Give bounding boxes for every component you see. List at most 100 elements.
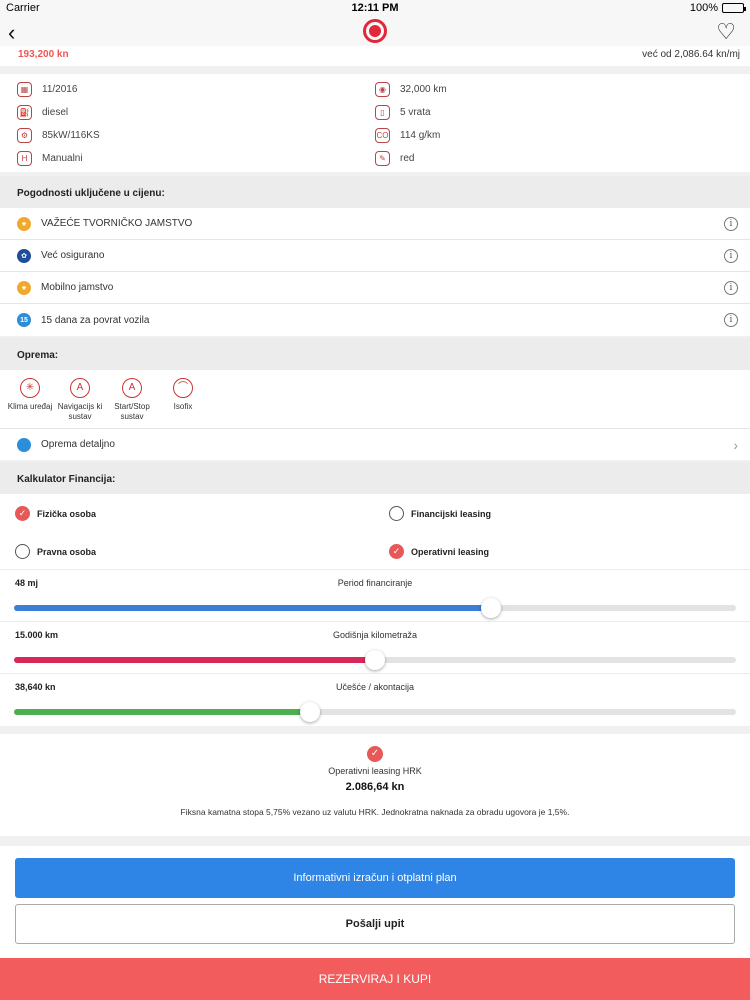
spec-value: 11/2016 [42, 83, 78, 95]
battery-icon [722, 3, 746, 13]
spec-value: 32,000 km [400, 83, 447, 95]
spec-value: red [400, 152, 415, 164]
slider-fill [14, 657, 375, 663]
nav-bar: ‹ ♡ [0, 16, 750, 46]
radio-financial-leasing[interactable]: Financijski leasing [389, 506, 491, 521]
leasing-result: ✓ Operativni leasing HRK 2.086,64 kn Fik… [0, 734, 750, 836]
radio-private-person[interactable]: ✓ Fizička osoba [15, 506, 96, 521]
radio-unchecked-icon [15, 544, 30, 559]
result-title: Operativni leasing HRK [328, 766, 422, 776]
equipment-detail-link[interactable]: Oprema detaljno › [0, 428, 750, 460]
slider-thumb[interactable] [480, 598, 501, 618]
info-icon[interactable]: i [724, 313, 738, 327]
equipment-label: Klima uređaj [7, 402, 53, 411]
gearbox-icon: H [17, 150, 32, 166]
benefit-factory-warranty[interactable]: ★ VAŽEĆE TVORNIČKO JAMSTVO i [0, 208, 750, 240]
slider-period: 48 mj Period financiranje [0, 569, 750, 621]
finance-calculator: ✓ Fizička osoba Financijski leasing Prav… [0, 494, 750, 726]
equipment-ac: ✳ Klima uređaj [5, 378, 55, 412]
chevron-right-icon: › [733, 437, 738, 453]
vehicle-price: 193,200 kn [18, 49, 69, 60]
radio-operative-leasing[interactable]: ✓ Operativni leasing [389, 544, 489, 559]
radio-checked-icon: ✓ [389, 544, 404, 559]
battery-status: 100% [689, 2, 746, 14]
slider-label: Učešće / akontacija [335, 682, 415, 692]
spec-gearbox: H Manualni [17, 147, 83, 169]
slider-downpayment: 38,640 kn Učešće / akontacija [0, 673, 750, 725]
spec-fuel: ⛽ diesel [17, 101, 68, 123]
status-bar: Carrier 12:11 PM 100% [0, 0, 750, 16]
info-icon[interactable]: i [724, 281, 738, 295]
vehicle-specs: ▦ 11/2016 ◉ 32,000 km ⛽ diesel ▯ 5 vrata… [0, 74, 750, 172]
slider-track[interactable] [14, 650, 736, 670]
door-icon: ▯ [375, 104, 390, 120]
slider-track[interactable] [14, 702, 736, 722]
slider-label: Period financiranje [337, 578, 413, 588]
equipment-label: Isofix [173, 402, 193, 411]
benefit-return[interactable]: 15 15 dana za povrat vozila i [0, 304, 750, 336]
spec-value: 5 vrata [400, 106, 431, 118]
engine-icon: ⚙ [17, 127, 32, 143]
benefit-label: 15 dana za povrat vozila [41, 314, 150, 326]
radio-checked-icon: ✓ [15, 506, 30, 521]
result-note: Fiksna kamatna stopa 5,75% vezano uz val… [180, 807, 570, 817]
back-chevron-icon[interactable]: ‹ [8, 20, 15, 46]
calendar-icon: ▦ [17, 81, 32, 97]
paint-icon: ✎ [375, 150, 390, 166]
info-icon[interactable]: i [724, 217, 738, 231]
slider-label: Godišnja kilometraža [332, 630, 418, 640]
fuel-icon: ⛽ [17, 104, 32, 120]
send-inquiry-button[interactable]: Pošalji upit [15, 904, 735, 944]
equipment-detail-icon [17, 437, 31, 452]
benefits-list: ★ VAŽEĆE TVORNIČKO JAMSTVO i ✿ Već osigu… [0, 208, 750, 336]
price-row: 193,200 kn već od 2,086.64 kn/mj [0, 46, 750, 66]
equipment-label: Start/Stop sustav [114, 402, 150, 421]
odometer-icon: ◉ [375, 81, 390, 97]
benefit-insured[interactable]: ✿ Već osigurano i [0, 240, 750, 272]
slider-fill [14, 709, 311, 715]
co2-icon: CO [375, 127, 390, 143]
favorite-heart-icon[interactable]: ♡ [716, 19, 736, 45]
warranty-badge-icon: ★ [17, 216, 31, 231]
spec-registration: ▦ 11/2016 [17, 78, 77, 100]
equipment-start-stop: A Start/Stop sustav [107, 378, 157, 421]
benefit-mobile-warranty[interactable]: ★ Mobilno jamstvo i [0, 272, 750, 304]
spec-value: 114 g/km [400, 129, 441, 141]
spec-value: Manualni [42, 152, 83, 164]
radio-label: Financijski leasing [411, 508, 492, 519]
payment-plan-button[interactable]: Informativni izračun i otplatni plan [15, 858, 735, 898]
benefit-label: Mobilno jamstvo [41, 282, 114, 293]
reserve-buy-button[interactable]: REZERVIRAJ I KUPI [0, 958, 750, 1000]
equipment-header: Oprema: [0, 338, 750, 370]
clock: 12:11 PM [351, 2, 399, 14]
action-buttons: Informativni izračun i otplatni plan Poš… [0, 846, 750, 958]
slider-thumb[interactable] [365, 650, 385, 670]
slider-mileage: 15.000 km Godišnja kilometraža [0, 621, 750, 673]
info-icon[interactable]: i [724, 249, 738, 263]
return-15-days-icon: 15 [17, 313, 31, 327]
slider-fill [14, 605, 491, 611]
child-seat-icon: ⌒ [173, 378, 193, 398]
check-icon: ✓ [367, 746, 383, 762]
radio-legal-entity[interactable]: Pravna osoba [15, 544, 96, 559]
slider-thumb[interactable] [300, 702, 321, 722]
spec-emissions: CO 114 g/km [375, 124, 440, 146]
spec-doors: ▯ 5 vrata [375, 101, 431, 123]
calculator-header: Kalkulator Financija: [0, 462, 750, 494]
snowflake-icon: ✳ [20, 378, 40, 398]
benefit-label: VAŽEĆE TVORNIČKO JAMSTVO [41, 218, 193, 229]
benefits-header: Pogodnosti uključene u cijenu: [0, 176, 750, 208]
navigation-icon: A [70, 378, 90, 398]
spec-mileage: ◉ 32,000 km [375, 78, 447, 100]
spec-value: 85kW/116KS [42, 129, 100, 141]
warranty-badge-icon: ★ [17, 280, 31, 295]
brand-logo [363, 19, 387, 43]
equipment-list: ✳ Klima uređaj A Navigacijs ki sustav A … [0, 370, 750, 428]
monthly-price: već od 2,086.64 kn/mj [642, 49, 740, 60]
battery-percent: 100% [689, 2, 718, 14]
equipment-detail-label: Oprema detaljno [41, 439, 115, 450]
slider-track[interactable] [14, 598, 736, 618]
equipment-label: Navigacijs ki sustav [57, 402, 103, 421]
radio-label: Fizička osoba [37, 508, 97, 519]
spec-color: ✎ red [375, 147, 414, 169]
